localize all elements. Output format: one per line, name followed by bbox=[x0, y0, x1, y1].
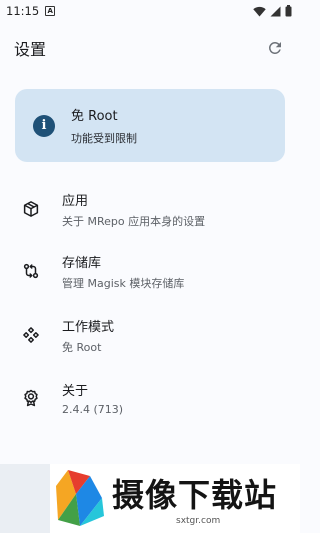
watermark-logo-icon bbox=[56, 470, 104, 526]
settings-item-title: 应用 bbox=[62, 193, 89, 209]
settings-item-subtitle: 关于 MRepo 应用本身的设置 bbox=[62, 214, 206, 228]
status-right bbox=[253, 5, 292, 17]
settings-item-work-mode[interactable]: 工作模式 免 Root bbox=[0, 310, 300, 360]
battery-icon bbox=[285, 5, 292, 17]
root-status-title: 免 Root bbox=[71, 109, 118, 124]
settings-item-about[interactable]: 关于 2.4.4 (713) bbox=[0, 373, 300, 423]
settings-item-title: 存储库 bbox=[62, 255, 102, 271]
settings-item-app[interactable]: 应用 关于 MRepo 应用本身的设置 bbox=[0, 184, 300, 234]
settings-item-subtitle: 管理 Magisk 模块存储库 bbox=[62, 276, 185, 290]
settings-item-work-mode-text: 工作模式 免 Root bbox=[62, 316, 114, 355]
wifi-icon bbox=[253, 6, 266, 16]
app-bar: 设置 bbox=[0, 30, 300, 66]
root-status-card[interactable]: i 免 Root 功能受到限制 bbox=[15, 89, 285, 162]
settings-item-app-text: 应用 关于 MRepo 应用本身的设置 bbox=[62, 190, 205, 229]
status-left: 11:15 A bbox=[6, 4, 56, 18]
cube-icon bbox=[21, 199, 41, 219]
settings-item-title: 关于 bbox=[62, 384, 89, 399]
page-title: 设置 bbox=[14, 40, 47, 59]
git-compare-icon bbox=[21, 261, 41, 281]
watermark-banner: 摄像下载站 sxtgr.com bbox=[0, 464, 300, 533]
settings-item-about-text: 关于 2.4.4 (713) bbox=[62, 380, 123, 416]
a-icon: A bbox=[45, 6, 56, 16]
refresh-button[interactable] bbox=[264, 37, 286, 59]
refresh-icon bbox=[268, 41, 281, 54]
status-time: 11:15 bbox=[6, 4, 40, 18]
settings-item-subtitle: 免 Root bbox=[62, 340, 102, 354]
signal-icon bbox=[270, 6, 281, 16]
watermark-title: 摄像下载站 bbox=[112, 476, 278, 514]
watermark-url: sxtgr.com bbox=[176, 516, 221, 526]
watermark-left-block bbox=[0, 464, 50, 533]
award-icon bbox=[21, 388, 41, 408]
diamond-grid-icon bbox=[21, 325, 41, 345]
status-bar: 11:15 A bbox=[0, 0, 300, 22]
root-status-text: 免 Root 功能受到限制 bbox=[71, 105, 137, 146]
info-icon: i bbox=[33, 114, 55, 137]
root-status-subtitle: 功能受到限制 bbox=[71, 132, 137, 145]
settings-item-repository-text: 存储库 管理 Magisk 模块存储库 bbox=[62, 252, 184, 291]
settings-item-subtitle: 2.4.4 (713) bbox=[62, 403, 124, 416]
settings-item-repository[interactable]: 存储库 管理 Magisk 模块存储库 bbox=[0, 246, 300, 296]
settings-item-title: 工作模式 bbox=[62, 319, 115, 335]
